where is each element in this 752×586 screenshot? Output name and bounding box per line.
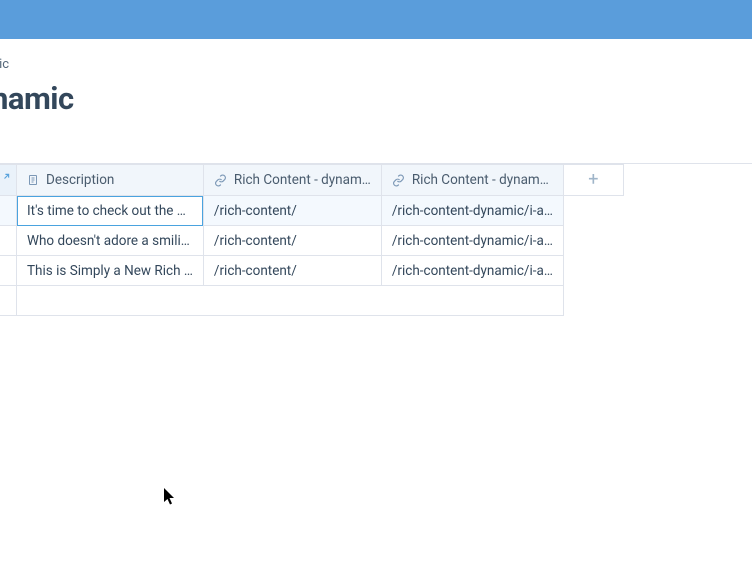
column-header-description[interactable]: Description [17, 165, 204, 196]
column-label: Rich Content - dynam… [234, 172, 371, 188]
plus-icon: + [588, 169, 598, 190]
row-stub-cell[interactable] [0, 226, 17, 256]
column-header-rich-content-1[interactable]: Rich Content - dynam… [203, 165, 381, 196]
cell-empty [563, 196, 623, 226]
cell-rich-content-2[interactable]: /rich-content-dynamic/i-a… [381, 196, 563, 226]
row-stub-cell[interactable] [0, 196, 17, 226]
text-column-icon [27, 173, 39, 187]
add-column-button[interactable]: + [563, 165, 623, 196]
cell-rich-content-2[interactable]: /rich-content-dynamic/i-a… [381, 256, 563, 286]
top-navbar [0, 0, 752, 39]
table-row[interactable]: This is Simply a New Rich … /rich-conten… [0, 256, 623, 286]
column-header-stub[interactable] [0, 165, 17, 196]
table-row[interactable]: It's time to check out the … /rich-conte… [0, 196, 623, 226]
data-table: Description Rich Content - dynam… [0, 163, 752, 316]
column-label: Description [46, 172, 193, 188]
cell-rich-content-1[interactable]: /rich-content/ [203, 256, 381, 286]
cell-description[interactable]: This is Simply a New Rich … [17, 256, 204, 286]
row-stub-cell[interactable] [0, 256, 17, 286]
cell-empty-span[interactable] [17, 286, 564, 316]
page-title: - dynamic [0, 80, 752, 117]
row-stub-cell[interactable] [0, 286, 17, 316]
cell-description[interactable]: Who doesn't adore a smili… [17, 226, 204, 256]
link-icon [214, 174, 227, 187]
cell-empty [563, 226, 623, 256]
cell-description[interactable]: It's time to check out the … [17, 196, 204, 226]
cell-rich-content-1[interactable]: /rich-content/ [203, 196, 381, 226]
expand-icon [0, 173, 10, 184]
mouse-cursor-icon [164, 488, 177, 505]
link-icon [392, 174, 405, 187]
column-header-rich-content-2[interactable]: Rich Content - dynam… [381, 165, 563, 196]
cell-rich-content-2[interactable]: /rich-content-dynamic/i-a… [381, 226, 563, 256]
table-row-empty[interactable] [0, 286, 623, 316]
cell-rich-content-1[interactable]: /rich-content/ [203, 226, 381, 256]
breadcrumb[interactable]: dynamic [0, 39, 752, 72]
cell-empty [563, 286, 623, 316]
cell-empty [563, 256, 623, 286]
column-label: Rich Content - dynam… [412, 172, 553, 188]
table-row[interactable]: Who doesn't adore a smili… /rich-content… [0, 226, 623, 256]
